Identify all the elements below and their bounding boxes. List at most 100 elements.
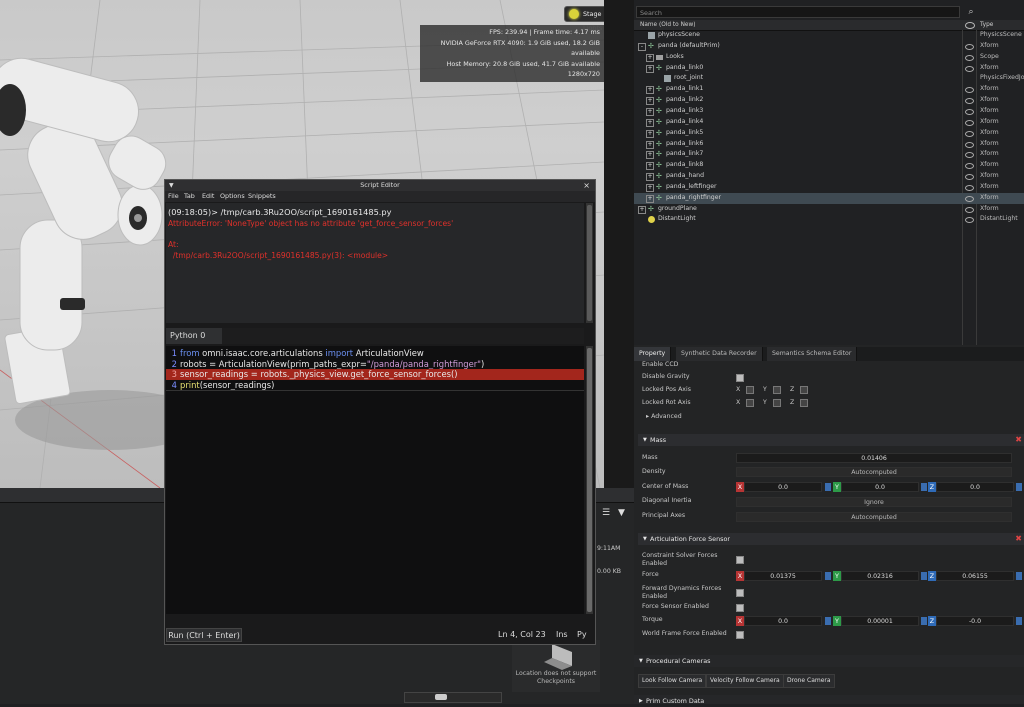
stage-row-panda-link2[interactable]: + ✢ panda_link2 Xform <box>634 95 1024 106</box>
procedural-cameras-header[interactable]: ▼ Procedural Cameras <box>634 655 1024 667</box>
visibility-eye-icon[interactable] <box>965 184 974 191</box>
visibility-eye-icon[interactable] <box>965 141 974 148</box>
com-y-field[interactable]: 0.0 <box>841 482 919 492</box>
expand-toggle-icon[interactable]: + <box>646 118 654 127</box>
tab-synthetic-data-recorder[interactable]: Synthetic Data Recorder <box>676 347 763 361</box>
visibility-eye-icon[interactable] <box>965 87 974 94</box>
disable-gravity-checkbox[interactable] <box>736 374 744 382</box>
expand-toggle-icon[interactable]: + <box>646 129 654 138</box>
force-z-field[interactable]: 0.06155 <box>936 571 1014 581</box>
collapse-toggle-icon[interactable]: - <box>638 42 646 51</box>
expand-toggle-icon[interactable]: + <box>646 86 654 95</box>
stage-row-looks[interactable]: + Looks Scope <box>634 52 1024 63</box>
expand-toggle-icon[interactable]: + <box>646 64 654 73</box>
code-line-3-error[interactable]: 3 sensor_readings = robots._physics_view… <box>166 369 584 380</box>
diagonal-inertia-field[interactable]: Ignore <box>736 497 1012 507</box>
output-scrollbar[interactable] <box>586 203 593 323</box>
script-editor-titlebar[interactable]: ▼ Script Editor × <box>165 180 595 191</box>
com-y-key-icon[interactable] <box>921 483 927 491</box>
locked-pos-y-checkbox[interactable] <box>773 386 781 394</box>
mass-field[interactable]: 0.01406 <box>736 453 1012 463</box>
remove-icon[interactable]: ✖ <box>1015 533 1022 545</box>
visibility-eye-icon[interactable] <box>965 206 974 213</box>
tab-python-0[interactable]: Python 0 <box>166 328 222 344</box>
visibility-eye-icon[interactable] <box>965 65 974 72</box>
com-x-field[interactable]: 0.0 <box>744 482 822 492</box>
stage-row-panda-link6[interactable]: + ✢ panda_link6 Xform <box>634 139 1024 150</box>
torque-x-field[interactable]: 0.0 <box>744 616 822 626</box>
look-follow-camera-button[interactable]: Look Follow Camera <box>638 674 707 688</box>
slider-handle[interactable] <box>435 694 447 700</box>
locked-pos-x-checkbox[interactable] <box>746 386 754 394</box>
stage-lights-button[interactable]: Stage Lights <box>564 6 604 32</box>
stage-row-panda-link1[interactable]: + ✢ panda_link1 Xform <box>634 84 1024 95</box>
prim-custom-data-header[interactable]: ▶ Prim Custom Data <box>634 695 1024 705</box>
list-view-icon[interactable]: ☰ <box>602 508 610 518</box>
tab-semantics-schema-editor[interactable]: Semantics Schema Editor <box>767 347 858 361</box>
expand-toggle-icon[interactable]: + <box>646 162 654 171</box>
velocity-follow-camera-button[interactable]: Velocity Follow Camera <box>706 674 784 688</box>
visibility-eye-icon[interactable] <box>965 108 974 115</box>
visibility-eye-icon[interactable] <box>965 217 974 224</box>
search-icon[interactable]: ⌕ <box>964 6 978 18</box>
force-sensor-enabled-checkbox[interactable] <box>736 604 744 612</box>
com-z-key-icon[interactable] <box>1016 483 1022 491</box>
close-icon[interactable]: × <box>583 180 590 191</box>
mass-section-header[interactable]: ▼ Mass ✖ <box>638 434 1024 446</box>
stage-row-distantlight[interactable]: DistantLight DistantLight <box>634 214 1024 225</box>
drone-camera-button[interactable]: Drone Camera <box>783 674 835 688</box>
stage-row-panda-link8[interactable]: + ✢ panda_link8 Xform <box>634 160 1024 171</box>
stage-row-panda-link0[interactable]: + ✢ panda_link0 Xform <box>634 63 1024 74</box>
force-sensor-section-header[interactable]: ▼ Articulation Force Sensor ✖ <box>638 533 1024 545</box>
menu-options[interactable]: Options <box>220 191 245 202</box>
stage-row-groundplane[interactable]: + ✢ groundPlane Xform <box>634 204 1024 215</box>
visibility-eye-icon[interactable] <box>965 54 974 61</box>
com-x-key-icon[interactable] <box>825 483 831 491</box>
principal-axes-field[interactable]: Autocomputed <box>736 512 1012 522</box>
com-z-field[interactable]: 0.0 <box>936 482 1014 492</box>
expand-toggle-icon[interactable]: + <box>646 173 654 182</box>
locked-rot-y-checkbox[interactable] <box>773 399 781 407</box>
visibility-eye-icon[interactable] <box>965 98 974 105</box>
force-x-key-icon[interactable] <box>825 572 831 580</box>
menu-file[interactable]: File <box>168 191 179 202</box>
locked-rot-z-checkbox[interactable] <box>800 399 808 407</box>
density-field[interactable]: Autocomputed <box>736 467 1012 477</box>
remove-icon[interactable]: ✖ <box>1015 434 1022 446</box>
constraint-solver-forces-checkbox[interactable] <box>736 556 744 564</box>
code-line-1[interactable]: 1 from omni.isaac.core.articulations imp… <box>166 348 584 359</box>
locked-rot-x-checkbox[interactable] <box>746 399 754 407</box>
thumbnail-size-slider[interactable] <box>404 692 502 703</box>
code-line-4[interactable]: 4 print(sensor_readings) <box>166 380 584 391</box>
scrollbar-thumb[interactable] <box>587 205 592 321</box>
filter-icon[interactable]: ▼ <box>618 508 625 518</box>
stage-row-panda-rightfinger[interactable]: + ✢ panda_rightfinger Xform <box>634 192 1024 204</box>
scrollbar-thumb[interactable] <box>587 348 592 612</box>
stage-row-panda-link3[interactable]: + ✢ panda_link3 Xform <box>634 106 1024 117</box>
visibility-eye-icon[interactable] <box>965 130 974 137</box>
expand-toggle-icon[interactable]: + <box>646 107 654 116</box>
torque-z-field[interactable]: -0.0 <box>936 616 1014 626</box>
visibility-eye-icon[interactable] <box>965 43 974 50</box>
torque-x-key-icon[interactable] <box>825 617 831 625</box>
expand-toggle-icon[interactable]: + <box>638 205 646 214</box>
visibility-eye-icon[interactable] <box>965 119 974 126</box>
expand-toggle-icon[interactable]: + <box>646 183 654 192</box>
stage-row-panda-hand[interactable]: + ✢ panda_hand Xform <box>634 171 1024 182</box>
code-scrollbar[interactable] <box>586 346 593 614</box>
expand-toggle-icon[interactable]: + <box>646 194 654 203</box>
stage-search-input[interactable]: Search <box>636 6 960 18</box>
locked-pos-z-checkbox[interactable] <box>800 386 808 394</box>
stage-row-physicsscene[interactable]: physicsScene PhysicsScene <box>634 30 1024 41</box>
tab-property[interactable]: Property <box>634 347 672 361</box>
visibility-eye-icon[interactable] <box>965 163 974 170</box>
advanced-expander[interactable]: ▸ Advanced <box>646 413 682 420</box>
force-z-key-icon[interactable] <box>1016 572 1022 580</box>
menu-edit[interactable]: Edit <box>202 191 214 202</box>
column-name-header[interactable]: Name (Old to New) <box>640 20 695 30</box>
collapse-icon[interactable]: ▼ <box>169 180 174 191</box>
force-y-field[interactable]: 0.02316 <box>841 571 919 581</box>
run-button[interactable]: Run (Ctrl + Enter) <box>166 628 242 642</box>
visibility-eye-icon[interactable] <box>965 195 974 202</box>
stage-row-panda-link5[interactable]: + ✢ panda_link5 Xform <box>634 128 1024 139</box>
